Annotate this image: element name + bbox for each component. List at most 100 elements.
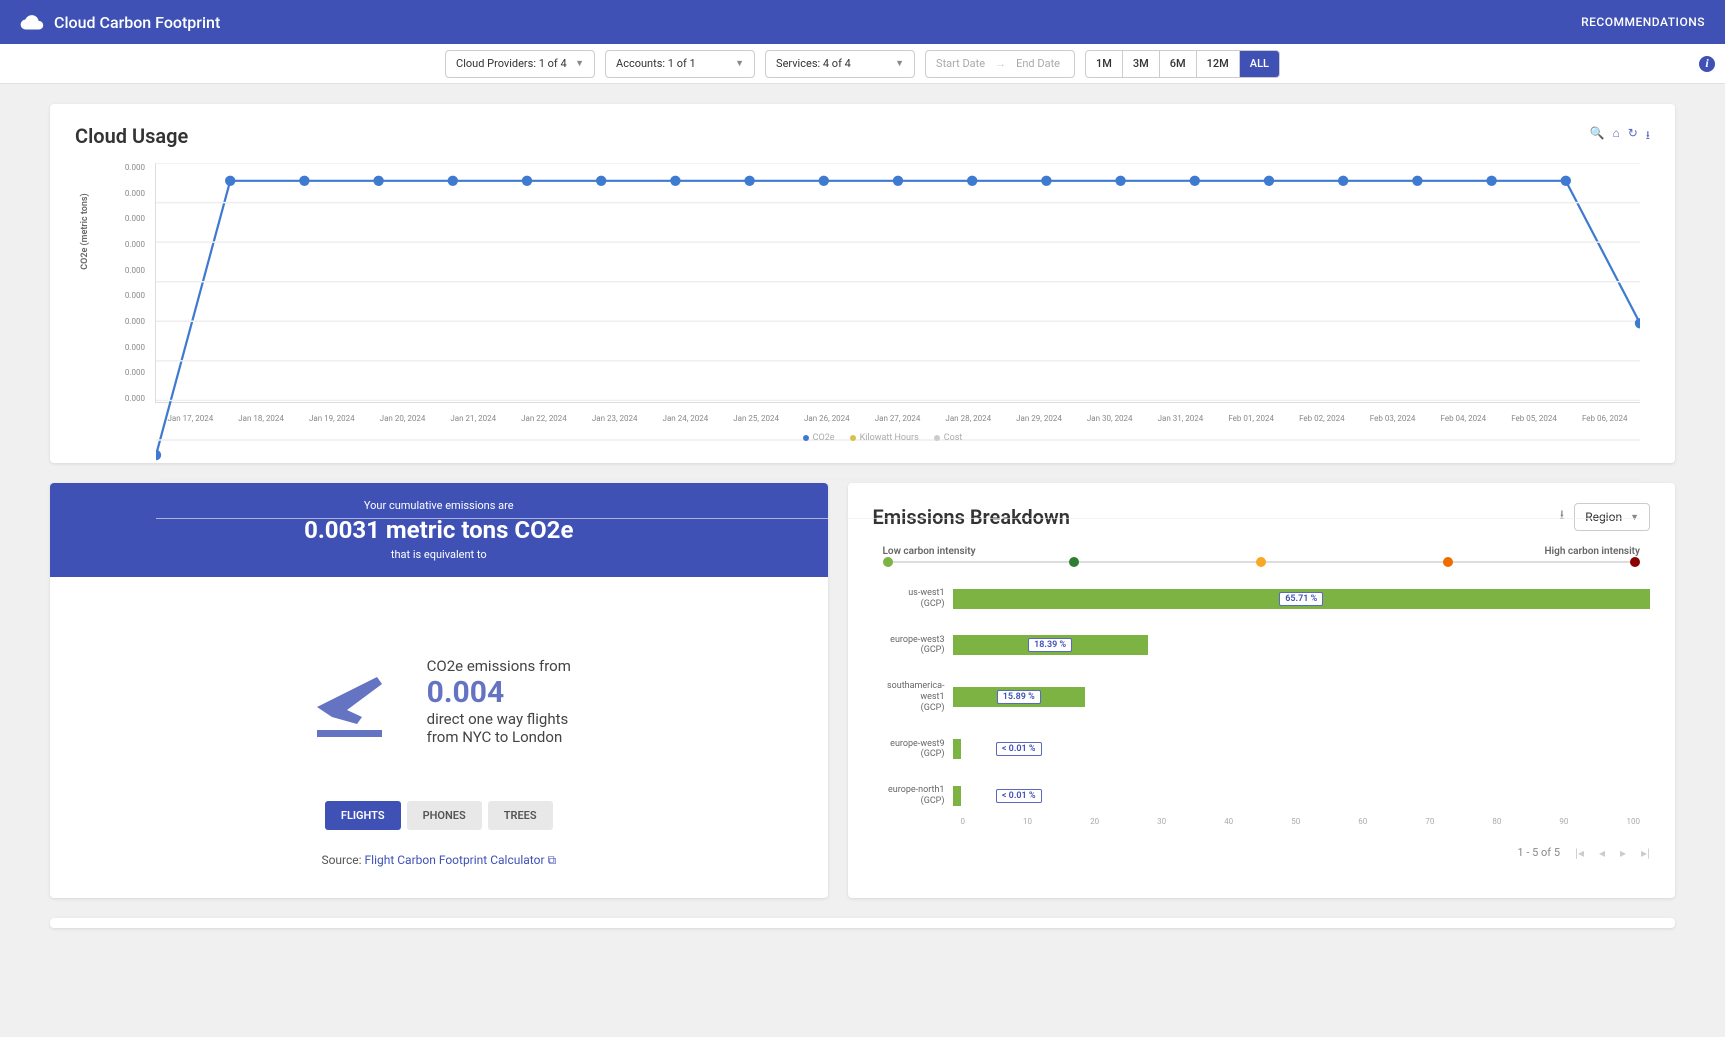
chart-toolbar: 🔍 ⌂ ↻ ⭳	[1590, 126, 1650, 147]
intensity-dot	[1256, 557, 1266, 567]
bar-label: europe-north1(GCP)	[873, 785, 953, 807]
y-tick: 0.000	[115, 266, 145, 275]
x-tick: Jan 29, 2024	[1004, 414, 1075, 423]
line-chart: CO2e (metric tons) 0.0000.0000.0000.0000…	[115, 163, 1650, 443]
filter-bar: Cloud Providers: 1 of 4 ▼ Accounts: 1 of…	[0, 44, 1725, 84]
bar-fill[interactable]: 15.89 %	[953, 687, 1086, 707]
equivalents-card: Your cumulative emissions are 0.0031 met…	[50, 483, 828, 898]
bar-track: 15.89 %	[953, 687, 1651, 707]
time-range-buttons: 1M3M6M12MALL	[1085, 50, 1280, 78]
bar-x-tick: 30	[1157, 817, 1166, 826]
y-tick: 0.000	[115, 291, 145, 300]
bar-x-tick: 70	[1425, 817, 1434, 826]
prev-page-icon[interactable]: ◂	[1599, 846, 1605, 860]
recommendations-link[interactable]: RECOMMENDATIONS	[1581, 15, 1705, 29]
dropdown-label: Cloud Providers: 1 of 4	[456, 57, 567, 70]
legend-item[interactable]: Cost	[934, 433, 963, 443]
legend-item[interactable]: CO2e	[803, 433, 835, 443]
x-tick: Feb 06, 2024	[1569, 414, 1640, 423]
cloud-providers-dropdown[interactable]: Cloud Providers: 1 of 4 ▼	[445, 50, 595, 78]
x-tick: Feb 05, 2024	[1499, 414, 1570, 423]
arrow-right-icon: →	[995, 57, 1006, 70]
source-link[interactable]: Flight Carbon Footprint Calculator ⧉	[365, 853, 557, 867]
app-title: Cloud Carbon Footprint	[54, 13, 220, 32]
y-tick: 0.000	[115, 368, 145, 377]
tab-phones[interactable]: PHONES	[407, 801, 482, 830]
accounts-dropdown[interactable]: Accounts: 1 of 1 ▼	[605, 50, 755, 78]
cloud-usage-card: Cloud Usage 🔍 ⌂ ↻ ⭳ CO2e (metric tons) 0…	[50, 104, 1675, 463]
equiv-source: Source: Flight Carbon Footprint Calculat…	[321, 853, 556, 868]
x-tick: Jan 27, 2024	[862, 414, 933, 423]
dropdown-label: Accounts: 1 of 1	[616, 57, 696, 70]
info-icon[interactable]: i	[1699, 56, 1715, 72]
equivalents-tabs: FLIGHTSPHONESTREES	[325, 801, 553, 830]
x-tick: Jan 18, 2024	[226, 414, 297, 423]
intensity-dot	[1069, 557, 1079, 567]
range-all[interactable]: ALL	[1240, 51, 1279, 77]
download-icon[interactable]: ⭳	[1646, 126, 1650, 147]
equiv-line2b: from NYC to London	[427, 728, 571, 746]
equiv-line2a: direct one way flights	[427, 710, 571, 728]
bar-fill[interactable]	[953, 786, 961, 806]
refresh-icon[interactable]: ↻	[1628, 126, 1638, 147]
intensity-labels: Low carbon intensity High carbon intensi…	[873, 546, 1651, 557]
bar-x-axis: 0102030405060708090100	[961, 817, 1651, 826]
chart-svg	[156, 163, 1640, 519]
next-card-peek	[50, 918, 1675, 928]
intensity-dot	[1630, 557, 1640, 567]
bar-x-tick: 80	[1492, 817, 1501, 826]
bar-x-tick: 100	[1626, 817, 1640, 826]
x-tick: Feb 03, 2024	[1357, 414, 1428, 423]
x-tick: Feb 04, 2024	[1428, 414, 1499, 423]
bar-fill[interactable]: 18.39 %	[953, 635, 1148, 655]
equiv-post-text: that is equivalent to	[66, 548, 812, 561]
first-page-icon[interactable]: |◂	[1575, 846, 1584, 860]
bar-x-tick: 20	[1090, 817, 1099, 826]
next-page-icon[interactable]: ▸	[1620, 846, 1626, 860]
range-12m[interactable]: 12M	[1197, 51, 1240, 77]
app-logo[interactable]: Cloud Carbon Footprint	[20, 13, 220, 32]
bar-label: europe-west3(GCP)	[873, 635, 953, 657]
y-tick: 0.000	[115, 343, 145, 352]
bar-chart: us-west1(GCP)65.71 % europe-west3(GCP)18.…	[873, 588, 1651, 807]
bar-value-badge: < 0.01 %	[996, 789, 1042, 803]
bar-x-tick: 40	[1224, 817, 1233, 826]
range-1m[interactable]: 1M	[1086, 51, 1123, 77]
x-tick: Jan 22, 2024	[509, 414, 580, 423]
dropdown-label: Services: 4 of 4	[776, 57, 851, 70]
bar-track: < 0.01 %	[953, 786, 1651, 806]
range-3m[interactable]: 3M	[1123, 51, 1160, 77]
bar-value-badge: 15.89 %	[997, 690, 1041, 704]
home-icon[interactable]: ⌂	[1612, 126, 1619, 147]
intensity-dot	[883, 557, 893, 567]
plot-area[interactable]	[155, 163, 1640, 403]
date-range-input[interactable]: Start Date → End Date	[925, 50, 1075, 78]
low-intensity-label: Low carbon intensity	[883, 546, 976, 557]
range-6m[interactable]: 6M	[1160, 51, 1197, 77]
last-page-icon[interactable]: ▸|	[1641, 846, 1650, 860]
bar-x-tick: 50	[1291, 817, 1300, 826]
bar-label: southamerica-west1(GCP)	[873, 681, 953, 713]
equiv-main-value: 0.0031 metric tons CO2e	[66, 516, 812, 544]
tab-flights[interactable]: FLIGHTS	[325, 801, 401, 830]
breakdown-card: Emissions Breakdown ⭳ Region ▼ Low carbo…	[848, 483, 1676, 898]
pagination: 1 - 5 of 5 |◂ ◂ ▸ ▸|	[873, 846, 1651, 860]
bar-fill[interactable]	[953, 739, 961, 759]
tab-trees[interactable]: TREES	[488, 801, 553, 830]
bar-row: southamerica-west1(GCP) 15.89 %	[873, 681, 1651, 713]
bar-row: us-west1(GCP)65.71 %	[873, 588, 1651, 610]
high-intensity-label: High carbon intensity	[1544, 546, 1640, 557]
y-tick: 0.000	[115, 214, 145, 223]
start-date-placeholder: Start Date	[936, 57, 985, 70]
zoom-icon[interactable]: 🔍	[1590, 126, 1605, 147]
equiv-value: 0.004	[427, 675, 571, 710]
bar-value-badge: 65.71 %	[1279, 592, 1323, 606]
legend-item[interactable]: Kilowatt Hours	[850, 433, 919, 443]
x-tick: Feb 01, 2024	[1216, 414, 1287, 423]
services-dropdown[interactable]: Services: 4 of 4 ▼	[765, 50, 915, 78]
x-tick: Jan 20, 2024	[367, 414, 438, 423]
x-tick: Jan 25, 2024	[721, 414, 792, 423]
bar-x-tick: 10	[1023, 817, 1032, 826]
bar-fill[interactable]: 65.71 %	[953, 589, 1651, 609]
cloud-icon	[20, 13, 44, 31]
